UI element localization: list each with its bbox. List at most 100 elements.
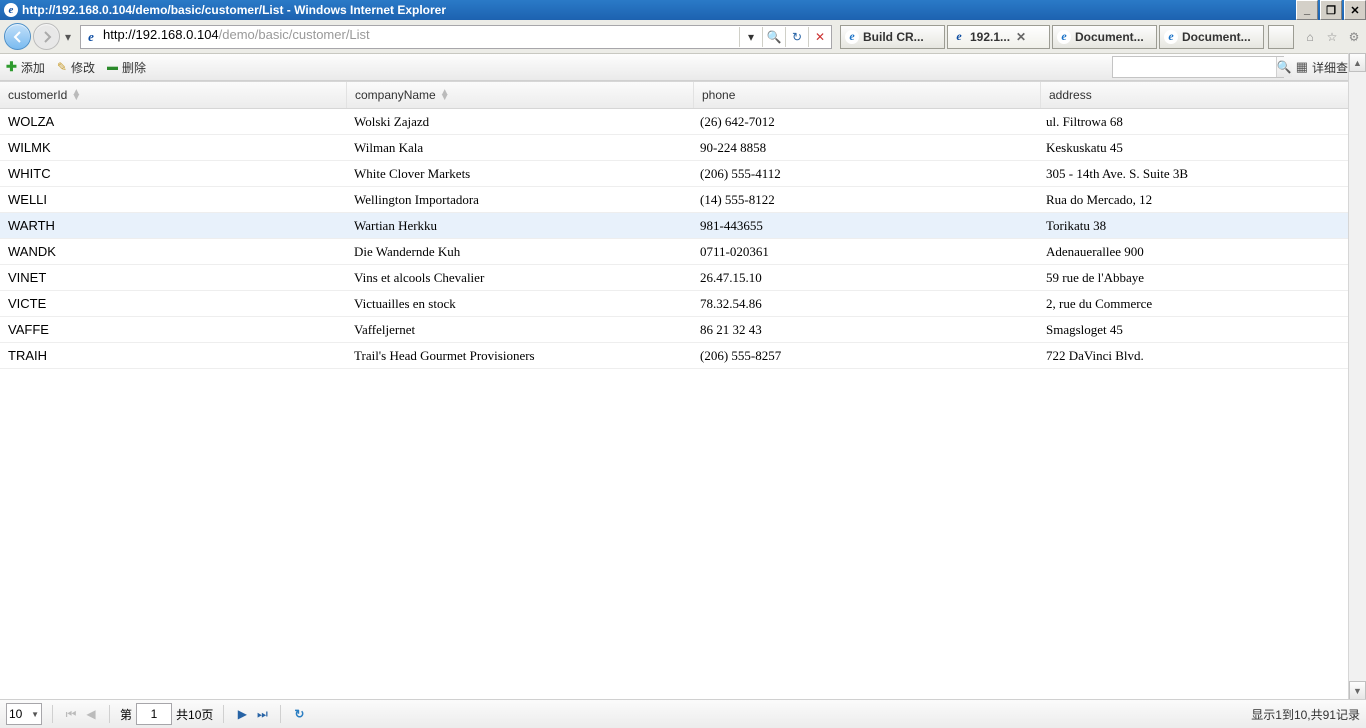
cell-phone: 86 21 32 43 (692, 317, 1038, 342)
last-page-button[interactable]: ⏭ (254, 706, 270, 722)
ie-logo-icon: e (4, 3, 18, 17)
table-row[interactable]: WILMKWilman Kala90-224 8858Keskuskatu 45 (0, 135, 1366, 161)
address-bar[interactable]: e http://192.168.0.104/demo/basic/custom… (80, 25, 832, 49)
tab-label: Document... (1182, 30, 1251, 44)
cell-id: WHITC (0, 161, 346, 186)
cell-name: Wolski Zajazd (346, 109, 692, 134)
refresh-button[interactable]: ↻ (291, 706, 307, 722)
data-grid: customerId ▲▼ companyName ▲▼ phone addre… (0, 81, 1366, 369)
new-tab-button[interactable] (1268, 25, 1294, 49)
column-label: address (1049, 88, 1092, 102)
cell-id: VICTE (0, 291, 346, 316)
cell-id: WANDK (0, 239, 346, 264)
back-button[interactable] (4, 23, 31, 50)
cell-addr: Keskuskatu 45 (1038, 135, 1366, 160)
column-phone[interactable]: phone (694, 82, 1041, 108)
tab-label: Build CR... (863, 30, 924, 44)
cell-id: WOLZA (0, 109, 346, 134)
search-input[interactable] (1113, 58, 1276, 76)
edit-label: 修改 (71, 59, 95, 76)
table-row[interactable]: WELLIWellington Importadora(14) 555-8122… (0, 187, 1366, 213)
tab-label: 192.1... (970, 30, 1010, 44)
first-page-button[interactable]: ⏮ (63, 706, 79, 722)
favorites-icon[interactable]: ☆ (1324, 29, 1340, 45)
page-prefix-label: 第 (120, 706, 132, 723)
table-row[interactable]: WOLZAWolski Zajazd(26) 642-7012ul. Filtr… (0, 109, 1366, 135)
table-row[interactable]: WHITCWhite Clover Markets(206) 555-41123… (0, 161, 1366, 187)
search-box: 🔍 (1112, 56, 1284, 78)
app-icon: e (845, 30, 859, 44)
cell-id: WARTH (0, 213, 346, 238)
cell-id: WILMK (0, 135, 346, 160)
delete-button[interactable]: ▬ 删除 (107, 59, 146, 76)
page-size-select[interactable]: 10 ▼ (6, 703, 42, 725)
separator (280, 705, 281, 723)
minimize-button[interactable]: _ (1296, 0, 1318, 20)
vertical-scrollbar[interactable]: ▲ ▼ (1348, 53, 1366, 700)
url-refresh-button[interactable]: ↻ (785, 27, 808, 47)
cell-addr: Torikatu 38 (1038, 213, 1366, 238)
url-input[interactable]: http://192.168.0.104/demo/basic/customer… (99, 27, 739, 47)
page-size-value: 10 (9, 707, 22, 721)
column-customerId[interactable]: customerId ▲▼ (0, 82, 347, 108)
history-dropdown[interactable]: ▾ (62, 30, 74, 44)
ie-icon: e (952, 30, 966, 44)
table-row[interactable]: VICTEVictuailles en stock78.32.54.862, r… (0, 291, 1366, 317)
cell-addr: 305 - 14th Ave. S. Suite 3B (1038, 161, 1366, 186)
cell-id: WELLI (0, 187, 346, 212)
table-row[interactable]: WANDKDie Wandernde Kuh0711-020361Adenaue… (0, 239, 1366, 265)
prev-page-button[interactable]: ◀ (83, 706, 99, 722)
edit-button[interactable]: ✎ 修改 (57, 59, 95, 76)
scroll-down-icon[interactable]: ▼ (1349, 681, 1366, 700)
separator (223, 705, 224, 723)
tools-icon[interactable]: ⚙ (1346, 29, 1362, 45)
close-button[interactable]: ✕ (1344, 0, 1366, 20)
url-search-button[interactable]: 🔍 (762, 27, 785, 47)
url-stop-button[interactable]: ✕ (808, 27, 831, 47)
table-row[interactable]: WARTHWartian Herkku981-443655Torikatu 38 (0, 213, 1366, 239)
grid-icon: ▦ (1296, 59, 1308, 75)
cell-phone: 0711-020361 (692, 239, 1038, 264)
cell-name: White Clover Markets (346, 161, 692, 186)
browser-nav: ▾ e http://192.168.0.104/demo/basic/cust… (0, 20, 1366, 54)
page-number-input[interactable] (136, 703, 172, 725)
separator (109, 705, 110, 723)
add-label: 添加 (21, 59, 45, 76)
add-button[interactable]: ✚ 添加 (6, 59, 45, 76)
cell-addr: Rua do Mercado, 12 (1038, 187, 1366, 212)
table-row[interactable]: VINETVins et alcools Chevalier26.47.15.1… (0, 265, 1366, 291)
cell-phone: 90-224 8858 (692, 135, 1038, 160)
browser-tab[interactable]: eDocument... (1159, 25, 1264, 49)
home-icon[interactable]: ⌂ (1302, 29, 1318, 45)
tab-label: Document... (1075, 30, 1144, 44)
scroll-up-icon[interactable]: ▲ (1349, 53, 1366, 72)
search-button[interactable]: 🔍 (1276, 57, 1292, 77)
close-icon[interactable]: ✕ (1014, 30, 1028, 44)
delete-label: 删除 (122, 59, 146, 76)
table-row[interactable]: VAFFEVaffeljernet86 21 32 43Smagsloget 4… (0, 317, 1366, 343)
records-info: 显示1到10,共91记录 (1251, 706, 1360, 723)
url-dropdown-button[interactable]: ▾ (739, 27, 762, 47)
pagination-bar: 10 ▼ ⏮ ◀ 第 共10页 ▶ ⏭ ↻ 显示1到10,共91记录 (0, 699, 1366, 728)
grid-toolbar: ✚ 添加 ✎ 修改 ▬ 删除 🔍 ▦ 详细查询 (0, 54, 1366, 81)
column-address[interactable]: address (1041, 82, 1366, 108)
cell-name: Wilman Kala (346, 135, 692, 160)
cell-phone: (14) 555-8122 (692, 187, 1038, 212)
next-page-button[interactable]: ▶ (234, 706, 250, 722)
cell-phone: (26) 642-7012 (692, 109, 1038, 134)
cell-name: Wartian Herkku (346, 213, 692, 238)
total-pages-label: 共10页 (176, 706, 213, 723)
grid-header: customerId ▲▼ companyName ▲▼ phone addre… (0, 81, 1366, 109)
cell-name: Victuailles en stock (346, 291, 692, 316)
cell-phone: (206) 555-8257 (692, 343, 1038, 368)
browser-tab[interactable]: eDocument... (1052, 25, 1157, 49)
chevron-down-icon: ▼ (31, 710, 39, 719)
restore-button[interactable]: ❐ (1320, 0, 1342, 20)
browser-tab[interactable]: e 192.1... ✕ (947, 25, 1050, 49)
forward-button[interactable] (33, 23, 60, 50)
column-companyName[interactable]: companyName ▲▼ (347, 82, 694, 108)
table-row[interactable]: TRAIHTrail's Head Gourmet Provisioners(2… (0, 343, 1366, 369)
cell-name: Die Wandernde Kuh (346, 239, 692, 264)
sort-icon: ▲▼ (440, 90, 450, 100)
browser-tab[interactable]: e Build CR... (840, 25, 945, 49)
